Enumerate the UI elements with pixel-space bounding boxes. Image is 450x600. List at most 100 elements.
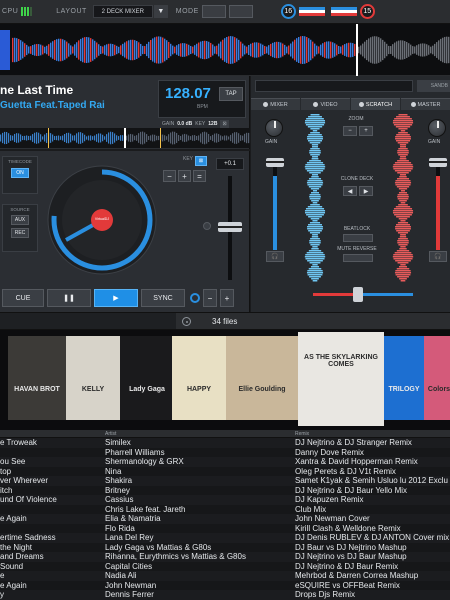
sync-button[interactable]: SYNC xyxy=(141,289,185,307)
track-artist-cell: Pharrell Williams xyxy=(105,447,165,457)
track-row[interactable]: and Dreams Rihanna, Eurythmics vs Mattias… xyxy=(0,552,450,562)
track-remix-cell: DJ Nejtrino & DJ Stranger Remix xyxy=(295,438,412,447)
track-row[interactable]: e Nadia Ali Mehrbod & Darren Correa Mashup xyxy=(0,571,450,581)
mute-reverse-button[interactable] xyxy=(343,254,373,262)
track-artist-cell: Nina xyxy=(105,466,122,476)
layout-select[interactable]: 2 DECK MIXER xyxy=(92,5,153,18)
cue-button[interactable]: CUE xyxy=(2,289,44,307)
track-row[interactable]: ertime Sadness Lana Del Rey DJ Denis RUBLE… xyxy=(0,533,450,543)
album-cover[interactable]: Colors xyxy=(424,336,450,420)
track-progress-waveform[interactable] xyxy=(0,128,250,148)
zoom-minus-button[interactable]: − xyxy=(343,126,357,136)
pause-button[interactable]: ❚❚ xyxy=(47,289,91,307)
tab-video-label: VIDEO xyxy=(320,101,338,108)
album-cover[interactable]: Lady Gaga xyxy=(120,336,174,420)
track-remix-cell: Xantra & David Hopperman Remix xyxy=(295,457,418,466)
track-artist-cell: Rihanna, Eurythmics vs Mattias & G80s xyxy=(105,552,246,561)
source-rec-button[interactable]: REC xyxy=(11,228,29,238)
track-row[interactable]: Pharrell Williams Danny Dove Remix xyxy=(0,448,450,458)
pitch-plus-button[interactable]: + xyxy=(220,289,234,307)
tab-mixer-label: MIXER xyxy=(270,101,288,108)
key-lock-icon[interactable]: ⊠ xyxy=(220,120,229,128)
volume-fader-left[interactable] xyxy=(266,158,284,167)
crossfader[interactable] xyxy=(353,287,363,302)
mode-button-1[interactable] xyxy=(201,5,226,18)
gain-knob-right[interactable] xyxy=(428,119,446,137)
tab-video[interactable]: VIDEO xyxy=(301,98,350,110)
album-cover[interactable]: Ellie Goulding xyxy=(226,336,298,420)
key-minus-button[interactable]: − xyxy=(163,170,176,182)
album-cover[interactable]: TRILOGY xyxy=(384,336,424,420)
album-cover[interactable]: HAPPY xyxy=(172,336,226,420)
key-reset-button[interactable]: = xyxy=(193,170,206,182)
track-remix-cell: Mehrbod & Darren Correa Mashup xyxy=(295,571,419,580)
mode-button-2[interactable] xyxy=(228,5,253,18)
source-aux-button[interactable]: AUX xyxy=(11,215,29,225)
track-row[interactable]: Flo Rida Kirill Clash & Welldone Remix xyxy=(0,524,450,534)
cover-flow[interactable]: HAVAN BROT KELLY Lady Gaga HAPPY Ellie Gould… xyxy=(0,330,450,430)
top-bar: CPU LAYOUT 2 DECK MIXER ▼ MODE 16 15 xyxy=(0,0,450,24)
headphones-right-icon[interactable]: 🎧 xyxy=(429,251,447,262)
clone-right-button[interactable]: ▶ xyxy=(359,186,373,196)
clone-left-button[interactable]: ◀ xyxy=(343,186,357,196)
key-lock-button[interactable]: ⊠ xyxy=(195,156,207,166)
pitch-dot-button[interactable] xyxy=(203,222,211,230)
track-list[interactable]: Artist Remix e Troweak Similex DJ Nejtrino… xyxy=(0,430,450,600)
track-row[interactable]: the Night Lady Gaga vs Mattias & G80s DJ B… xyxy=(0,543,450,553)
track-remix-cell: DJ Nejtrino & DJ Baur Yello Mix xyxy=(295,485,408,495)
track-row[interactable]: e Troweak Similex DJ Nejtrino & DJ Strange… xyxy=(0,438,450,448)
folder-search-field[interactable] xyxy=(0,313,176,329)
panel-search-field[interactable] xyxy=(255,80,413,92)
volume-fader-right[interactable] xyxy=(429,158,447,167)
track-row[interactable]: e Again John Newman eSQUIRE vs OFFBeat Rem… xyxy=(0,581,450,591)
key-plus-button[interactable]: + xyxy=(178,170,191,182)
waveform-overview[interactable] xyxy=(0,24,450,76)
color-flag-2 xyxy=(330,6,357,17)
tab-master[interactable]: MASTER xyxy=(401,98,450,110)
virtualdj-window: CPU LAYOUT 2 DECK MIXER ▼ MODE 16 15 ne … xyxy=(0,0,450,600)
chevron-down-icon[interactable]: ▼ xyxy=(153,5,168,18)
timecode-on-button[interactable]: ON xyxy=(11,168,29,178)
pitch-minus-button[interactable]: − xyxy=(203,289,217,307)
track-row[interactable]: Chris Lake feat. Jareth Club Mix xyxy=(0,505,450,515)
pitch-slider[interactable] xyxy=(218,222,242,232)
play-button[interactable]: ▶ xyxy=(94,289,138,307)
album-cover[interactable]: AS THE SKYLARKING COMES xyxy=(298,332,384,426)
album-cover-caption: KELLY xyxy=(81,386,105,393)
layout-label: LAYOUT xyxy=(56,8,87,15)
track-artist: Guetta Feat.Taped Rai xyxy=(0,100,105,111)
deck-left-indicator[interactable]: 16 xyxy=(280,4,296,19)
gain-knob-left[interactable] xyxy=(265,119,283,137)
scratch-tab-icon xyxy=(358,102,364,107)
deck-right-indicator[interactable]: 15 xyxy=(359,4,375,19)
track-row[interactable]: und Of Violence Cassius DJ Kapuzen Remix xyxy=(0,495,450,505)
zoom-plus-button[interactable]: + xyxy=(359,126,373,136)
track-remix-cell: DJ Baur vs DJ Nejtrino Mashup xyxy=(295,542,407,552)
search-icon[interactable] xyxy=(182,317,191,326)
tab-mixer[interactable]: MIXER xyxy=(251,98,300,110)
video-tab-icon xyxy=(313,102,319,107)
track-row[interactable]: e Again Elia & Namatria John Newman Cover xyxy=(0,514,450,524)
track-row[interactable]: ver Wherever Shakira Samet K1yak & Semih U… xyxy=(0,476,450,486)
beatlock-button[interactable] xyxy=(343,234,373,242)
tap-button[interactable]: TAP xyxy=(219,87,243,101)
track-artist-cell: Shermanology & GRX xyxy=(105,457,184,466)
album-cover[interactable]: HAVAN BROT xyxy=(8,336,66,420)
track-row[interactable]: itch Britney DJ Nejtrino & DJ Baur Yello M… xyxy=(0,486,450,496)
tab-scratch[interactable]: SCRATCH xyxy=(351,98,400,110)
headphones-icon[interactable]: 🎧 xyxy=(266,251,284,262)
track-remix-cell: Danny Dove Remix xyxy=(295,447,364,457)
track-row[interactable]: top Nina Oleg Perets & DJ V1t Remix xyxy=(0,467,450,477)
sandbox-button[interactable]: SANDB xyxy=(417,80,450,92)
sync-lock-icon[interactable] xyxy=(190,293,200,303)
key-label: KEY xyxy=(195,121,206,127)
mute-reverse-label: MUTE REVERSE xyxy=(337,246,377,252)
jog-wheel[interactable]: VirtualDJ xyxy=(46,164,158,276)
mode-label: MODE xyxy=(175,8,199,15)
track-remix-cell: eSQUIRE vs OFFBeat Remix xyxy=(295,580,400,590)
track-row[interactable]: y Dennis Ferrer Drops Djs Remix xyxy=(0,590,450,600)
gain-label: GAIN xyxy=(162,121,175,127)
track-row[interactable]: Sound Capital Cities DJ Nejtrino & DJ Baur… xyxy=(0,562,450,572)
track-row[interactable]: ou See Shermanology & GRX Xantra & David H… xyxy=(0,457,450,467)
album-cover[interactable]: KELLY xyxy=(66,336,120,420)
